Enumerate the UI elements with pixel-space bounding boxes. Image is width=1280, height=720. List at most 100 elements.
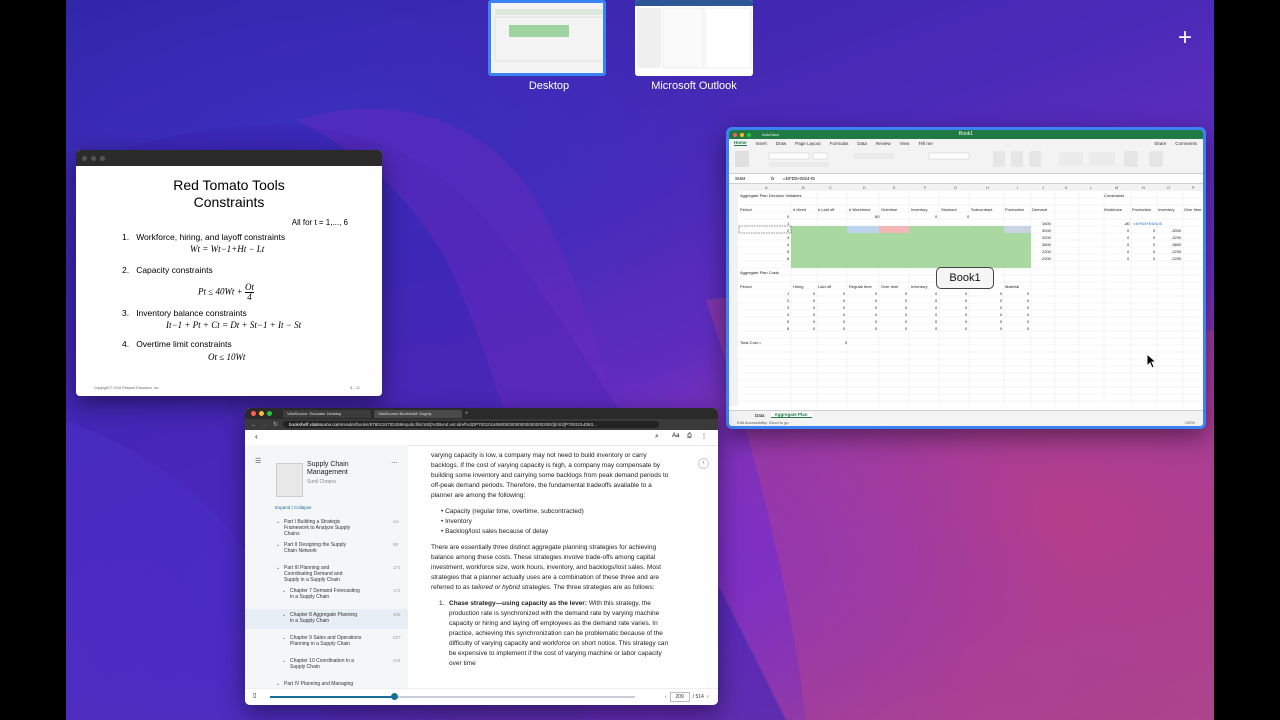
spreadsheet-cells: ABC DEF GHI JKL MNO P Aggregate Plan Dec… [729,184,1203,406]
tab-draw[interactable]: Draw [776,141,787,146]
tab-review[interactable]: Review [876,141,891,146]
svg-text:80: 80 [875,214,880,219]
progress-knob[interactable] [391,693,399,700]
comments-button[interactable]: Comments [1175,141,1197,146]
svg-text:O: O [1167,185,1170,190]
bookmark-icon[interactable]: ▯ [253,692,256,699]
next-page-icon[interactable]: › [707,694,709,700]
chevron-down-icon: ⌄ [276,681,281,687]
book-author: Sunil Chopra [307,479,336,485]
svg-text:H: H [986,185,989,190]
chevron-down-icon: ⌄ [276,519,281,525]
svg-text:Aggregate Plan Decision Variab: Aggregate Plan Decision Variables [740,193,802,198]
toc-menu-icon[interactable]: ☰ [255,457,261,465]
svg-text:Production: Production [1132,207,1151,212]
page-progress-slider[interactable] [270,693,635,700]
book-menu-icon[interactable]: ⋯ [391,459,398,467]
toc-item[interactable]: ⌄ Part III Planning and Coordinating Dem… [245,565,408,583]
status-text: Edit Accessibility: Good to go [737,420,789,425]
formula-bar: SUM fx =40*D5+E5/4-I5 [729,174,1203,184]
table-of-contents-panel: ☰ Supply Chain Management Sunil Chopra ⋯… [245,445,408,689]
toc-item[interactable]: ⌄ Chapter 9 Sales and Operations Plannin… [245,635,408,649]
browser-tab-educator[interactable]: VitalSource: Educator Desktop [283,409,371,418]
slide-title-line2: Constraints [193,194,265,210]
new-tab-icon[interactable]: + [465,411,469,417]
slide-canvas: Red Tomato Tools Constraints All for t =… [76,166,382,396]
prev-page-icon[interactable]: ‹ [665,694,667,700]
item-text: Workforce, hiring, and layoff constraint… [136,232,286,242]
powerpoint-window[interactable]: Red Tomato Tools Constraints All for t =… [76,150,382,396]
back-arrow-icon[interactable]: ‹ [255,432,258,441]
tab-home[interactable]: Home [734,140,747,146]
zoom-level[interactable]: 100% [1185,419,1195,426]
add-space-button[interactable]: + [1178,26,1192,50]
expand-collapse: Expand | Collapse [275,505,312,510]
svg-text:Period: Period [740,284,752,289]
toc-item-page: 205 [393,612,401,617]
svg-text:M: M [1115,185,1118,190]
minimize-dot[interactable] [91,155,96,161]
excel-ribbon-tabs: Home Insert Draw Page Layout Formulas Da… [729,139,1203,147]
close-dot[interactable] [251,411,256,416]
reload-icon[interactable]: ↻ [273,421,278,428]
browser-tab-bookshelf[interactable]: VitalSource Bookshelf: Supply [374,409,462,418]
formula-input[interactable]: =40*D5+E5/4-I5 [783,176,815,181]
reader-footer: ▯ ‹ 209 / 514 › [245,688,718,705]
tab-data[interactable]: Data [857,141,867,146]
svg-text:-2200: -2200 [1171,249,1182,254]
browser-window[interactable]: VitalSource: Educator Desktop VitalSourc… [245,408,718,705]
svg-text:-3800: -3800 [1171,242,1182,247]
svg-text:Over time: Over time [1184,207,1202,212]
zoom-dot[interactable] [100,155,105,161]
svg-text:I: I [1017,185,1018,190]
toc-item-selected[interactable]: ⌄ Chapter 8 Aggregate Planning in a Supp… [245,609,408,629]
share-button[interactable]: Share [1154,141,1166,146]
forward-icon[interactable]: → [262,422,268,428]
sheet-tab-aggregate-plan[interactable]: Aggregate Plan [770,412,812,418]
minimize-dot[interactable] [259,411,264,416]
toc-item[interactable]: ⌄ Chapter 10 Coordination in a Supply Ch… [245,658,408,672]
svg-text:1600: 1600 [1042,221,1052,226]
sheet-tab-data[interactable]: Data [755,413,765,418]
svg-text:B: B [802,185,805,190]
print-icon[interactable]: ⎙ [687,433,692,440]
close-dot[interactable] [82,155,87,161]
more-icon[interactable]: ⋮ [701,433,707,440]
back-icon[interactable]: ← [251,422,257,428]
tab-tell-me[interactable]: Tell me [918,141,932,146]
zoom-dot[interactable] [267,411,272,416]
svg-text:Over time: Over time [881,284,899,289]
svg-text:=40*D5+E5/4-I5: =40*D5+E5/4-I5 [1133,221,1162,226]
space-thumbnail-desktop[interactable] [488,0,606,76]
expand-link[interactable]: Expand [275,505,290,510]
search-icon[interactable]: ⌕ [655,433,659,441]
name-box[interactable]: SUM [735,176,745,181]
svg-text:Stockout: Stockout [941,207,957,212]
collapse-link[interactable]: Collapse [294,505,312,510]
toc-item[interactable]: ⌄ Part II Designing the Supply Chain Net… [245,542,408,556]
tab-formulas[interactable]: Formulas [830,141,849,146]
collapse-panel-icon[interactable]: ‹ [698,458,709,469]
tab-insert[interactable]: Insert [756,141,767,146]
tab-page-layout[interactable]: Page Layout [795,141,820,146]
space-thumbnail-outlook[interactable] [635,0,753,76]
page-input[interactable]: 209 [669,692,690,702]
numbered-list-item: 1. Chase strategy—using capacity as the … [431,599,671,669]
eq2-left: Pt ≤ 40Wt + [198,286,243,297]
toc-item[interactable]: ⌄ Part I Building a Strategic Framework … [245,519,408,537]
item-number: 4. [122,339,130,349]
excel-titlebar: AutoSave Book1 [729,130,1203,139]
space-label-desktop: Desktop [528,80,570,92]
browser-tab-strip: VitalSource: Educator Desktop VitalSourc… [245,408,718,419]
sheet-tabs: Data Aggregate Plan [729,410,1203,419]
fx-icon[interactable]: fx [771,176,775,181]
svg-text:J: J [1042,185,1044,190]
toc-item-page: xxi [393,519,399,524]
svg-text:C: C [829,185,832,190]
text-size-icon[interactable]: Aa [672,433,679,439]
address-bar[interactable]: bookshelf.vitalsource.com/reader/books/9… [283,421,660,428]
outlook-thumbnail-preview [635,0,753,76]
spreadsheet-grid[interactable]: ABC DEF GHI JKL MNO P Aggregate Plan Dec… [729,184,1203,406]
toc-item[interactable]: ⌄ Chapter 7 Demand Forecasting in a Supp… [245,588,408,602]
tab-view[interactable]: View [900,141,910,146]
